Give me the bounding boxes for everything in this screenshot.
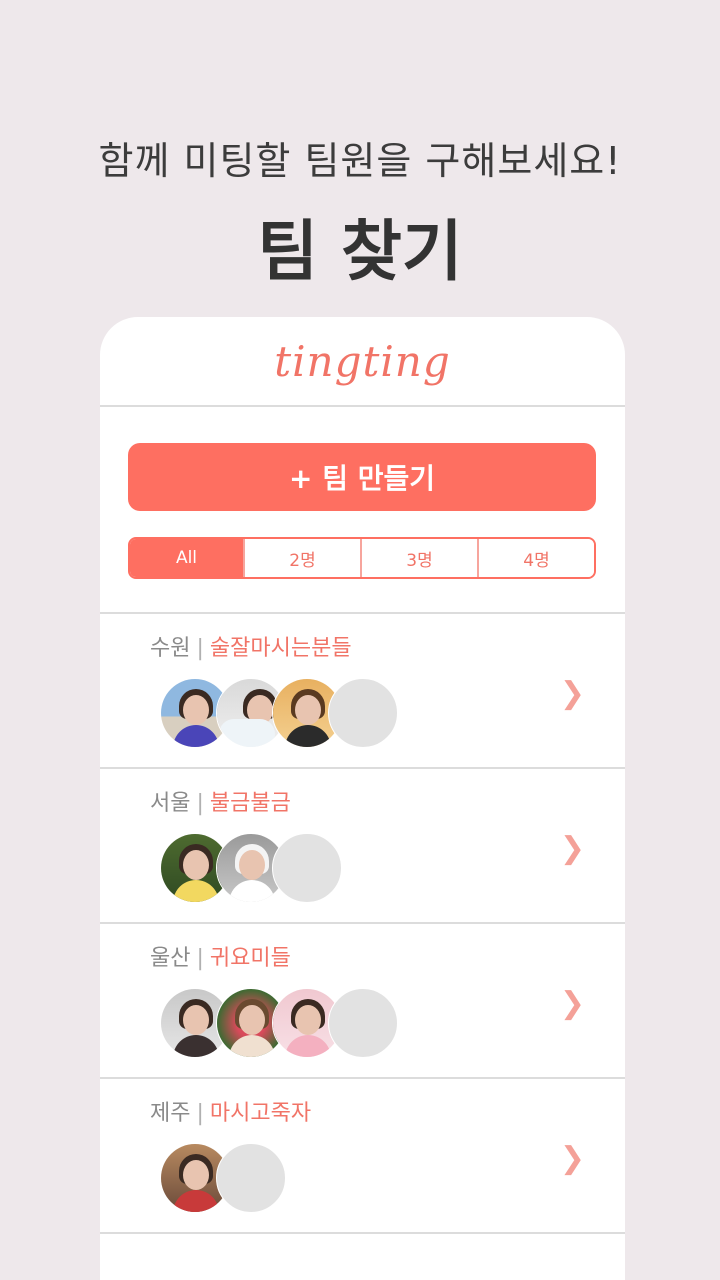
team-heading: 울산 | 귀요미들 (150, 940, 291, 972)
phone-card: tingting + 팀 만들기 All 2명 3명 4명 수원 | 술잘마시는분들 (100, 317, 625, 1280)
team-city: 울산 (150, 946, 191, 971)
avatar-empty-slot (272, 833, 342, 903)
member-avatars (160, 678, 398, 748)
team-heading: 수원 | 술잘마시는분들 (150, 630, 352, 662)
team-separator: | (196, 791, 204, 816)
chevron-right-icon: ❯ (559, 986, 585, 1021)
team-name: 술잘마시는분들 (209, 636, 352, 661)
filter-tab-4[interactable]: 4명 (477, 539, 594, 577)
promo-title: 팀 찾기 (257, 213, 463, 290)
team-name: 불금불금 (209, 791, 291, 816)
create-team-button[interactable]: + 팀 만들기 (128, 443, 596, 511)
filter-tab-2[interactable]: 2명 (243, 539, 360, 577)
member-avatars (160, 1143, 286, 1213)
member-avatars (160, 833, 342, 903)
team-heading: 서울 | 불금불금 (150, 785, 291, 817)
app-header: tingting (100, 317, 625, 407)
team-city: 서울 (150, 791, 191, 816)
chevron-right-icon: ❯ (559, 1141, 585, 1176)
team-city: 제주 (150, 1101, 191, 1126)
team-list: 수원 | 술잘마시는분들 ❯ 서울 | 불금불금 ❯ 울산 | 귀요미들 ❯ 제… (100, 612, 625, 1234)
filter-tab-3[interactable]: 3명 (360, 539, 477, 577)
team-row[interactable]: 울산 | 귀요미들 ❯ (100, 924, 625, 1079)
team-separator: | (196, 636, 204, 661)
team-name: 귀요미들 (209, 946, 291, 971)
chevron-right-icon: ❯ (559, 831, 585, 866)
team-name: 마시고죽자 (209, 1101, 312, 1126)
team-row[interactable]: 제주 | 마시고죽자 ❯ (100, 1079, 625, 1234)
member-avatars (160, 988, 398, 1058)
team-city: 수원 (150, 636, 191, 661)
member-count-filter: All 2명 3명 4명 (128, 537, 596, 579)
team-row[interactable]: 수원 | 술잘마시는분들 ❯ (100, 614, 625, 769)
team-row[interactable]: 서울 | 불금불금 ❯ (100, 769, 625, 924)
avatar-empty-slot (328, 988, 398, 1058)
chevron-right-icon: ❯ (559, 676, 585, 711)
team-heading: 제주 | 마시고죽자 (150, 1095, 311, 1127)
avatar-empty-slot (216, 1143, 286, 1213)
promo-subtitle: 함께 미팅할 팀원을 구해보세요! (98, 139, 622, 183)
app-logo: tingting (274, 336, 451, 386)
filter-tab-all[interactable]: All (130, 539, 243, 577)
team-separator: | (196, 1101, 204, 1126)
team-separator: | (196, 946, 204, 971)
avatar-empty-slot (328, 678, 398, 748)
